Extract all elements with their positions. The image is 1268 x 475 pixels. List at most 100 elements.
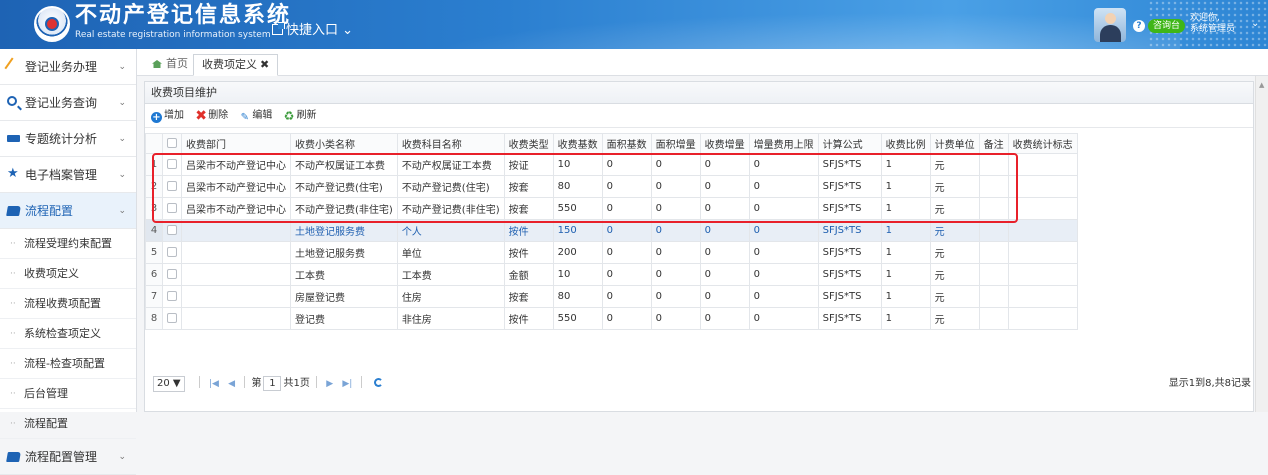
sidebar-subitem[interactable]: 流程受理约束配置 [0,229,136,259]
table-cell: 按套 [503,285,554,308]
help-icon[interactable]: ? [1133,20,1145,32]
sidebar-subitem[interactable]: 流程-检查项配置 [0,349,136,379]
pen-icon [4,57,23,76]
prev-page-icon[interactable]: ◀ [228,372,235,396]
table-row[interactable]: 2 吕梁市不动产登记中心 不动产登记费(住宅) 不动产登记费(住宅) 按套 80 0 0 0 0 S… [145,175,1078,198]
table-row[interactable]: 4 土地登记服务费 个人 按件 150 0 0 0 0 SFJS*TS 1 元 [145,219,1078,242]
user-menu-chevron-icon[interactable]: ⌄ [1251,18,1259,29]
row-select-cell[interactable] [162,153,182,176]
row-checkbox[interactable] [167,312,177,323]
page-number-input[interactable]: 1 [263,376,282,391]
table-cell [1007,175,1078,198]
column-header[interactable]: 收费比例 [880,133,931,154]
sidebar-item-registration-query[interactable]: 登记业务查询 ⌄ [0,85,136,121]
tab-bar: 首页 收费项定义 ✖ [137,49,1268,76]
add-button[interactable]: + 增加 [151,104,184,128]
header-select-all[interactable] [162,133,182,154]
row-checkbox[interactable] [167,202,177,213]
sidebar-item-statistics[interactable]: 专题统计分析 ⌄ [0,121,136,157]
table-cell: 550 [552,307,603,330]
row-select-cell[interactable] [162,175,182,198]
column-header[interactable]: 面积基数 [601,133,652,154]
table-cell [181,285,291,308]
consult-button[interactable]: 咨询台 [1148,19,1186,33]
sidebar-item-process-config[interactable]: 流程配置 ⌄ [0,193,136,229]
table-row[interactable]: 7 房屋登记费 住房 按套 80 0 0 0 0 SFJS*TS 1 元 [145,285,1078,308]
table-cell: 元 [929,153,980,176]
column-header[interactable]: 收费小类名称 [290,133,398,154]
table-cell: 元 [929,197,980,220]
sidebar-item-process-config-management[interactable]: 流程配置管理 ⌄ [0,439,136,475]
sidebar-subitem[interactable]: 流程配置 [0,409,136,439]
table-cell: 个人 [396,219,505,242]
table-row[interactable]: 5 土地登记服务费 单位 按件 200 0 0 0 0 SFJS*TS 1 元 [145,241,1078,264]
table-row[interactable]: 1 吕梁市不动产登记中心 不动产权属证工本费 不动产权属证工本费 按证 10 0 0 0 0 SFJ… [145,153,1078,176]
row-checkbox[interactable] [167,268,177,279]
row-select-cell[interactable] [162,285,182,308]
sidebar-item-registration-handling[interactable]: 登记业务办理 ⌄ [0,49,136,85]
table-cell: 0 [601,197,652,220]
table-cell [1007,285,1078,308]
select-all-checkbox[interactable] [167,137,177,148]
system-logo [34,6,70,42]
scroll-up-icon[interactable]: ▲ [1259,81,1264,89]
table-cell [1007,219,1078,242]
row-select-cell[interactable] [162,263,182,286]
tab-fee-definition[interactable]: 收费项定义 ✖ [193,54,279,76]
user-greeting[interactable]: 欢迎你, 系统管理员 [1190,13,1235,35]
delete-button[interactable]: ✖删除 [195,104,228,128]
table-cell: 0 [699,175,750,198]
avatar[interactable] [1094,8,1126,42]
table-cell: 按件 [503,307,554,330]
column-header[interactable]: 计费单位 [929,133,980,154]
refresh-button[interactable]: ♻ 刷新 [284,104,317,128]
table-cell: 元 [929,263,980,286]
row-checkbox[interactable] [167,290,177,301]
first-page-icon[interactable]: |◀ [209,372,219,396]
close-icon[interactable]: ✖ [260,58,269,71]
next-page-icon[interactable]: ▶ [326,372,333,396]
column-header[interactable]: 面积增量 [650,133,701,154]
column-header[interactable]: 收费科目名称 [396,133,505,154]
sidebar-item-archives[interactable]: ★ 电子档案管理 ⌄ [0,157,136,193]
sidebar-subitem[interactable]: 收费项定义 [0,259,136,289]
row-select-cell[interactable] [162,241,182,264]
tab-home[interactable]: 首页 [144,54,196,76]
table-cell: 1 [880,307,931,330]
table-cell: 0 [601,307,652,330]
table-row[interactable]: 3 吕梁市不动产登记中心 不动产登记费(非住宅) 不动产登记费(非住宅) 按套 550 0 0… [145,197,1078,220]
last-page-icon[interactable]: ▶| [342,372,352,396]
sidebar-subitem[interactable]: 后台管理 [0,379,136,409]
row-number: 4 [145,219,163,242]
row-checkbox[interactable] [167,224,177,235]
page-size-select[interactable]: 20 ▼ [153,376,185,392]
column-header[interactable]: 收费类型 [503,133,554,154]
row-checkbox[interactable] [167,158,177,169]
sidebar-subitem[interactable]: 流程收费项配置 [0,289,136,319]
table-cell [181,263,291,286]
row-checkbox[interactable] [167,246,177,257]
column-header[interactable]: 收费统计标志 [1007,133,1078,154]
reload-icon[interactable] [373,378,383,387]
table-cell: 吕梁市不动产登记中心 [181,175,291,198]
row-select-cell[interactable] [162,219,182,242]
vertical-scrollbar[interactable]: ▲ [1255,76,1268,412]
table-cell: 不动产登记费(住宅) [396,175,505,198]
table-row[interactable]: 6 工本费 工本费 金额 10 0 0 0 0 SFJS*TS 1 元 [145,263,1078,286]
row-select-cell[interactable] [162,307,182,330]
table-row[interactable]: 8 登记费 非住房 按件 550 0 0 0 0 SFJS*TS 1 元 [145,307,1078,330]
column-header[interactable]: 增量费用上限 [748,133,819,154]
row-select-cell[interactable] [162,197,182,220]
column-header[interactable]: 收费增量 [699,133,750,154]
column-header[interactable]: 收费部门 [181,133,291,154]
row-checkbox[interactable] [167,180,177,191]
edit-button[interactable]: ✎ 编辑 [239,104,273,128]
sidebar-item-label: 登记业务办理 [25,60,98,74]
column-header[interactable]: 计算公式 [817,133,882,154]
column-header[interactable]: 备注 [978,133,1009,154]
sidebar-subitem[interactable]: 系统检查项定义 [0,319,136,349]
table-cell [1007,153,1078,176]
divider [361,376,363,388]
quick-entry-menu[interactable]: 快捷入口 ⌄ [272,22,353,40]
column-header[interactable]: 收费基数 [552,133,603,154]
